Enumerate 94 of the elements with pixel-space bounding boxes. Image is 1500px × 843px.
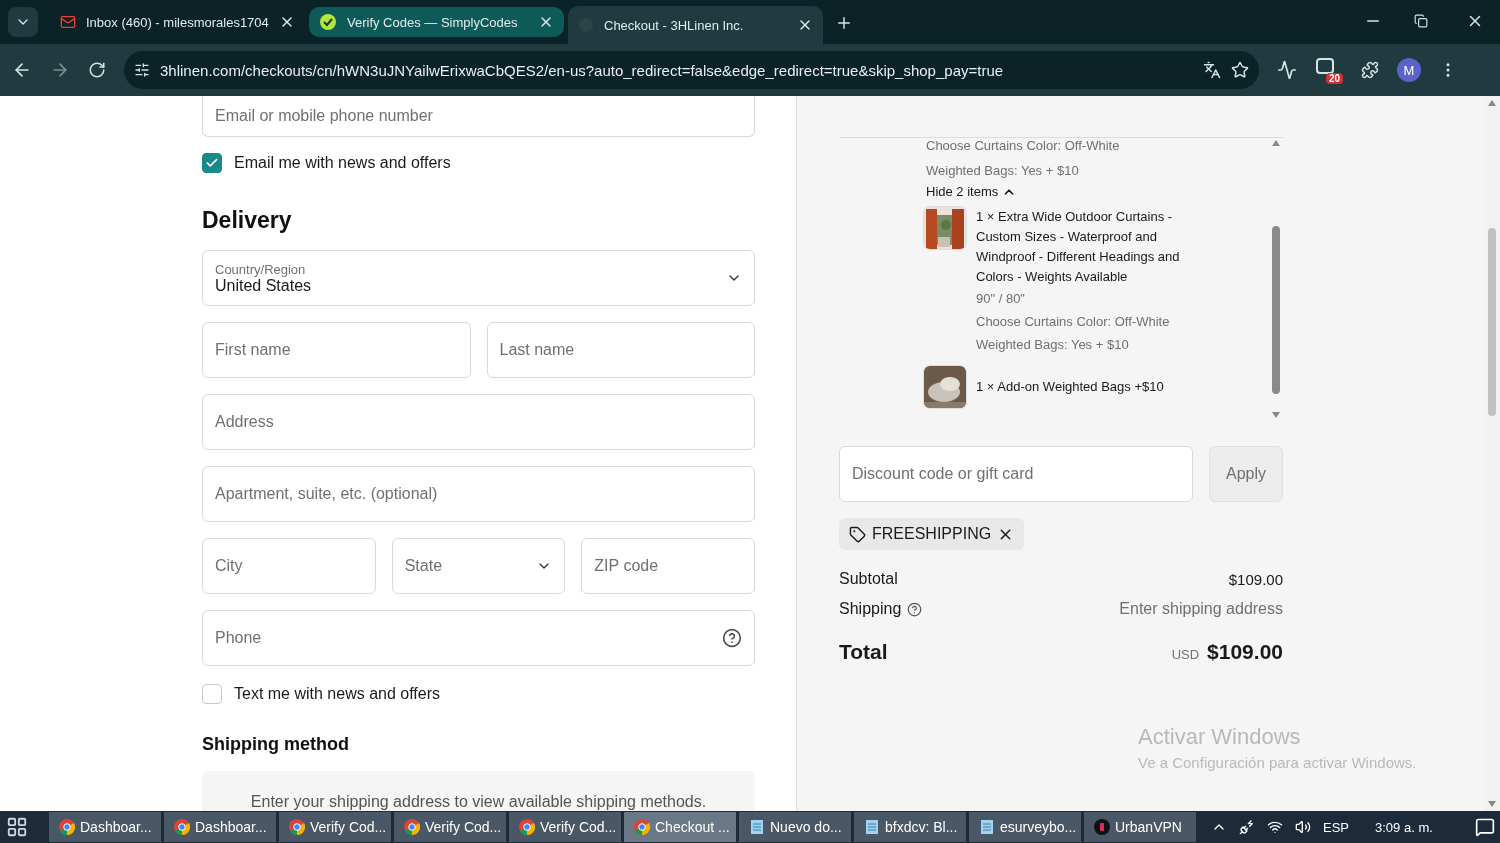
- discount-tag: FREESHIPPING: [839, 518, 1025, 550]
- notepad-icon: [864, 819, 880, 835]
- section-heading: Shipping method: [202, 734, 350, 755]
- item-title: 1 × Extra Wide Outdoor Curtains - Custom Sizes - Waterproof and Windproof - Different Headings and Colors - Weights Available: [976, 208, 1181, 286]
- taskbar-app[interactable]: Verify Cod...: [509, 812, 621, 842]
- state-select[interactable]: State: [391, 538, 566, 594]
- language-indicator[interactable]: ESP: [1323, 819, 1349, 835]
- shipping-value: Enter shipping address: [1119, 600, 1283, 618]
- translate-icon[interactable]: [1203, 61, 1221, 79]
- email-field[interactable]: Email or mobile phone number: [202, 96, 755, 137]
- browser-tab[interactable]: Verify Codes — SimplyCodes: [309, 7, 564, 37]
- item-option: Weighted Bags: Yes + $10: [976, 337, 1191, 352]
- new-tab-button[interactable]: [835, 14, 853, 32]
- activation-text: Ve a Configuración para activar Windows.: [1138, 754, 1417, 771]
- extensions-icon[interactable]: [1361, 61, 1379, 79]
- shipping-label: Shipping: [839, 600, 902, 618]
- power-icon[interactable]: [1239, 819, 1255, 835]
- address-bar[interactable]: 3hlinen.com/checkouts/cn/hWN3uJNYailwErixwaCbQES2/en-us?auto_redirect=false&edge_redirect=true&skip_shop_pay=true: [124, 51, 1259, 89]
- input-field[interactable]: ZIP code: [581, 538, 755, 594]
- country-select[interactable]: Country/Region United States: [202, 250, 755, 306]
- mail-icon: [60, 14, 76, 30]
- site-settings-icon[interactable]: [134, 62, 150, 78]
- item-title: 1 × Add-on Weighted Bags +$10: [976, 378, 1165, 396]
- notifications-icon[interactable]: [1474, 817, 1495, 837]
- star-icon[interactable]: [1231, 61, 1249, 79]
- clock[interactable]: 3:09 a. m.: [1375, 819, 1433, 835]
- browser-tab[interactable]: Inbox (460) - milesmorales1704: [50, 7, 305, 37]
- discount-field[interactable]: Discount code or gift card: [839, 446, 1193, 502]
- item-option: Choose Curtains Color: Off-White: [976, 314, 1191, 329]
- page-scrollbar[interactable]: [1484, 96, 1500, 811]
- browser-icon: [289, 819, 305, 835]
- subtotal-value: $109.00: [1228, 570, 1283, 588]
- activation-title: Activar Windows: [1138, 724, 1302, 750]
- taskbar-app[interactable]: Dashboar...: [164, 812, 276, 842]
- browser-icon: [59, 819, 75, 835]
- checkbox-label: Text me with news and offers: [234, 685, 441, 703]
- hide-items-toggle[interactable]: Hide 2 items: [926, 184, 1269, 199]
- scroll-down-icon[interactable]: [1272, 412, 1280, 418]
- item-option: Choose Curtains Color: Off-White: [926, 138, 1269, 153]
- total-value: $109.00: [1207, 640, 1283, 664]
- input-field[interactable]: Last name: [486, 322, 755, 378]
- scroll-down-icon[interactable]: [1488, 801, 1496, 807]
- taskbar-app[interactable]: bfxdcv: Bl...: [854, 812, 966, 842]
- browser-icon: [519, 819, 535, 835]
- apply-button[interactable]: Apply: [1209, 446, 1283, 502]
- taskbar-app[interactable]: UrbanVPN: [1084, 812, 1196, 842]
- phone-field[interactable]: Phone: [202, 610, 755, 666]
- scroll-up-icon[interactable]: [1488, 100, 1496, 106]
- vpn-icon: [1094, 819, 1110, 835]
- taskbar-app[interactable]: Dashboar...: [49, 812, 161, 842]
- item-variant: 90" / 80": [976, 291, 1026, 306]
- input-field[interactable]: Apartment, suite, etc. (optional): [202, 466, 755, 522]
- help-icon[interactable]: [722, 628, 742, 648]
- start-icon[interactable]: [6, 816, 28, 838]
- input-field[interactable]: First name: [202, 322, 471, 378]
- volume-icon[interactable]: [1295, 819, 1311, 835]
- taskbar-app[interactable]: Verify Cod...: [279, 812, 391, 842]
- scrollbar[interactable]: [1269, 138, 1283, 420]
- browser-tab[interactable]: Checkout - 3HLinen Inc.: [568, 6, 823, 44]
- profile-avatar[interactable]: M: [1397, 58, 1421, 82]
- taskbar-app[interactable]: Checkout ...: [624, 812, 736, 842]
- input-field[interactable]: Address: [202, 394, 755, 450]
- reload-icon[interactable]: [88, 61, 106, 79]
- taskbar-app[interactable]: esurveybo...: [969, 812, 1081, 842]
- subtotal-label: Subtotal: [839, 570, 898, 588]
- browser-icon: [404, 819, 420, 835]
- section-heading: Delivery: [202, 207, 293, 234]
- item-option: Weighted Bags: Yes + $10: [926, 163, 1269, 178]
- scroll-up-icon[interactable]: [1272, 140, 1280, 146]
- checkbox[interactable]: [202, 153, 222, 173]
- scroll-thumb[interactable]: [1272, 226, 1280, 394]
- currency-code: USD: [1171, 647, 1200, 662]
- wifi-icon[interactable]: [1267, 819, 1283, 835]
- scroll-thumb[interactable]: [1488, 228, 1496, 416]
- checkbox-label: Email me with news and offers: [234, 154, 451, 172]
- check-icon: [319, 13, 337, 31]
- notepad-icon: [979, 819, 995, 835]
- check-icon: [205, 156, 219, 170]
- help-icon[interactable]: [907, 601, 923, 617]
- extension-icon[interactable]: [1277, 60, 1297, 80]
- tab-menu-button[interactable]: [8, 7, 38, 37]
- extension-button[interactable]: 20: [1315, 56, 1343, 84]
- checkbox[interactable]: [202, 684, 222, 704]
- restore-icon[interactable]: [1414, 14, 1428, 28]
- taskbar-app[interactable]: Verify Cod...: [394, 812, 506, 842]
- total-label: Total: [839, 640, 888, 664]
- field-label: Country/Region: [215, 261, 307, 277]
- taskbar-app[interactable]: Nuevo do...: [739, 812, 851, 842]
- shipping-message: Enter your shipping address to view available shipping methods.: [202, 771, 755, 811]
- tag-icon: [849, 525, 866, 543]
- browser-icon: [634, 819, 650, 835]
- notepad-icon: [749, 819, 765, 835]
- browser-icon: [174, 819, 190, 835]
- input-field[interactable]: City: [202, 538, 376, 594]
